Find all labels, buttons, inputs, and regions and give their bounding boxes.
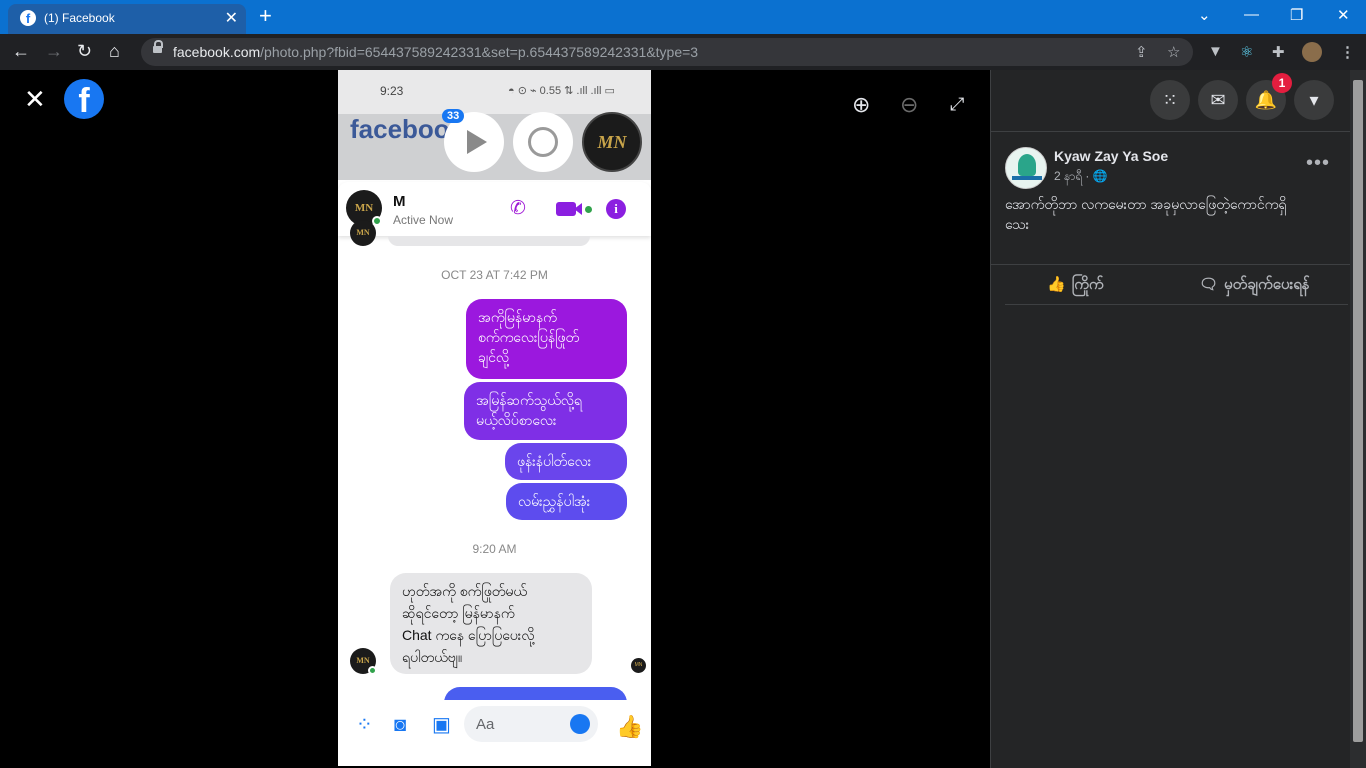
- browser-menu-icon[interactable]: ⋮: [1340, 43, 1355, 61]
- extensions-puzzle-icon[interactable]: ✚: [1272, 43, 1285, 61]
- post-divider: [991, 264, 1351, 265]
- scrollbar-thumb[interactable]: [1353, 80, 1363, 742]
- comment-label: မှတ်ချက်ပေးရန်: [1224, 276, 1310, 293]
- post-caption: အောက်တိုဘာ လကမေးတာ အခုမှလာဖြေတဲ့ကောင်ကရှ…: [1005, 196, 1287, 232]
- tab-close-icon[interactable]: ✕: [225, 8, 238, 28]
- forward-icon[interactable]: →: [45, 41, 63, 61]
- profile-avatar[interactable]: [1302, 42, 1322, 62]
- video-call-lens: [574, 203, 582, 215]
- menu-grid-icon[interactable]: ⁙: [1150, 80, 1190, 120]
- like-label: ကြိုက်: [1071, 276, 1104, 293]
- tab-title: (1) Facebook: [44, 11, 115, 25]
- tab-search-icon[interactable]: ⌄: [1198, 6, 1211, 24]
- contact-name: M: [393, 193, 406, 210]
- like-thumb-icon: 👍: [1047, 276, 1066, 293]
- message-input: Aa: [464, 706, 598, 742]
- author-avatar[interactable]: [1005, 147, 1047, 189]
- phone-status-bar: 9:23 ◓ ⊙ ⌁ 0.55 ⇅ .ıll .ıll ▭: [338, 70, 651, 114]
- comment-bubble-icon: 🗨: [1199, 276, 1219, 293]
- mn-chat-bubble: MN: [582, 112, 642, 172]
- close-viewer-icon[interactable]: ✕: [24, 86, 46, 112]
- panel-scrollbar[interactable]: [1350, 70, 1366, 768]
- reload-icon[interactable]: ↻: [77, 41, 92, 61]
- photo-image: 9:23 ◓ ⊙ ⌁ 0.55 ⇅ .ıll .ıll ▭ faceboo 33…: [338, 70, 651, 766]
- outgoing-message: လမ်းညွှန်ပါအုံး: [506, 483, 627, 520]
- browser-toolbar: ← → ↻ ⌂ facebook.com/photo.php?fbid=6544…: [0, 34, 1366, 70]
- incoming-message: ဟုတ်အကို စက်ဖြုတ်မယ် ဆိုရင်တော့ မြန်မာနက…: [390, 573, 592, 674]
- facebook-favicon-icon: f: [20, 10, 36, 26]
- outgoing-message: ဖုန်းနံပါတ်လေး: [505, 443, 627, 480]
- author-name[interactable]: Kyaw Zay Ya Soe: [1054, 148, 1168, 164]
- gallery-icon: ▣: [432, 714, 451, 736]
- chat-timestamp: 9:20 AM: [472, 542, 517, 556]
- thumbs-up-icon: 👍: [616, 714, 644, 739]
- home-icon[interactable]: ⌂: [109, 41, 120, 61]
- online-dot: [368, 666, 377, 675]
- zoom-in-icon[interactable]: ⊕: [852, 92, 870, 118]
- facebook-wordmark: faceboo: [350, 114, 450, 144]
- video-active-dot: [585, 206, 592, 213]
- apps-grid-icon: ⁘: [356, 714, 373, 736]
- message-placeholder: Aa: [476, 716, 495, 733]
- seen-avatar: MN: [631, 658, 646, 673]
- new-tab-button[interactable]: +: [259, 4, 272, 28]
- outgoing-message: အကိုမြန်မာနက် စက်ကလေးပြန်ဖြုတ် ချင်လို့: [466, 299, 627, 379]
- minimize-button[interactable]: —: [1244, 6, 1259, 23]
- bubble-badge: 33: [442, 109, 465, 123]
- chat-composer: ⁘ ◙ ▣ Aa 👍: [338, 700, 651, 766]
- post-timestamp[interactable]: 2 နာရီ · 🌐: [1054, 168, 1108, 186]
- close-window-button[interactable]: ✕: [1337, 6, 1350, 24]
- browser-tab[interactable]: f (1) Facebook ✕: [8, 4, 246, 34]
- phone-call-icon: ✆: [510, 198, 526, 219]
- browser-titlebar: f (1) Facebook ✕ + ⌄ — ❐ ✕: [0, 0, 1366, 34]
- lock-icon: [153, 40, 163, 55]
- fullscreen-icon[interactable]: ⤢: [950, 94, 964, 115]
- restore-button[interactable]: ❐: [1290, 6, 1303, 24]
- comment-button[interactable]: 🗨 မှတ်ချက်ပေးရန်: [1199, 275, 1310, 297]
- notifications-badge: 1: [1272, 73, 1292, 93]
- more-options-icon[interactable]: •••: [1306, 152, 1330, 175]
- like-button[interactable]: 👍 ကြိုက်: [1047, 275, 1104, 297]
- extension-v-icon[interactable]: ▼: [1208, 43, 1223, 60]
- facebook-logo-icon[interactable]: f: [64, 79, 104, 119]
- post-panel: ⁙ ✉ 🔔 1 ▾ Kyaw Zay Ya Soe 2 နာရီ · 🌐 •••…: [990, 70, 1351, 768]
- previous-message-tail: [388, 236, 590, 246]
- zoom-out-icon[interactable]: ⊖: [900, 92, 918, 118]
- panel-divider: [991, 131, 1351, 132]
- actions-divider: [1005, 304, 1348, 305]
- bookmark-star-icon[interactable]: ☆: [1167, 43, 1180, 61]
- chat-header: MN M Active Now ✆ i: [338, 182, 651, 236]
- messenger-icon[interactable]: ✉: [1198, 80, 1238, 120]
- outgoing-message: အမြန်ဆက်သွယ်လို့ရ မယ့်လိပ်စာလေး: [464, 382, 627, 440]
- video-call-icon: [556, 202, 576, 216]
- contact-status: Active Now: [393, 213, 454, 227]
- address-bar[interactable]: facebook.com/photo.php?fbid=654437589242…: [141, 38, 1193, 66]
- phone-clock: 9:23: [380, 84, 404, 98]
- contact-small-avatar: MN: [350, 220, 376, 246]
- phone-status-icons: ◓ ⊙ ⌁ 0.55 ⇅ .ıll .ıll ▭: [508, 85, 615, 97]
- info-icon: i: [606, 199, 626, 219]
- photo-viewer: ✕ f ⊕ ⊖ ⤢ 9:23 ◓ ⊙ ⌁ 0.55 ⇅ .ıll .ıll ▭ …: [0, 70, 990, 768]
- camera-icon: ◙: [394, 714, 407, 736]
- url-text[interactable]: facebook.com/photo.php?fbid=654437589242…: [173, 44, 698, 60]
- back-icon[interactable]: ←: [12, 41, 30, 61]
- messenger-bubble-icon: [513, 112, 573, 172]
- chat-timestamp: OCT 23 AT 7:42 PM: [441, 268, 548, 282]
- share-icon[interactable]: ⇪: [1135, 43, 1148, 61]
- react-devtools-icon[interactable]: ⚛: [1240, 43, 1253, 61]
- emoji-icon: [570, 714, 590, 734]
- account-chevron-icon[interactable]: ▾: [1294, 80, 1334, 120]
